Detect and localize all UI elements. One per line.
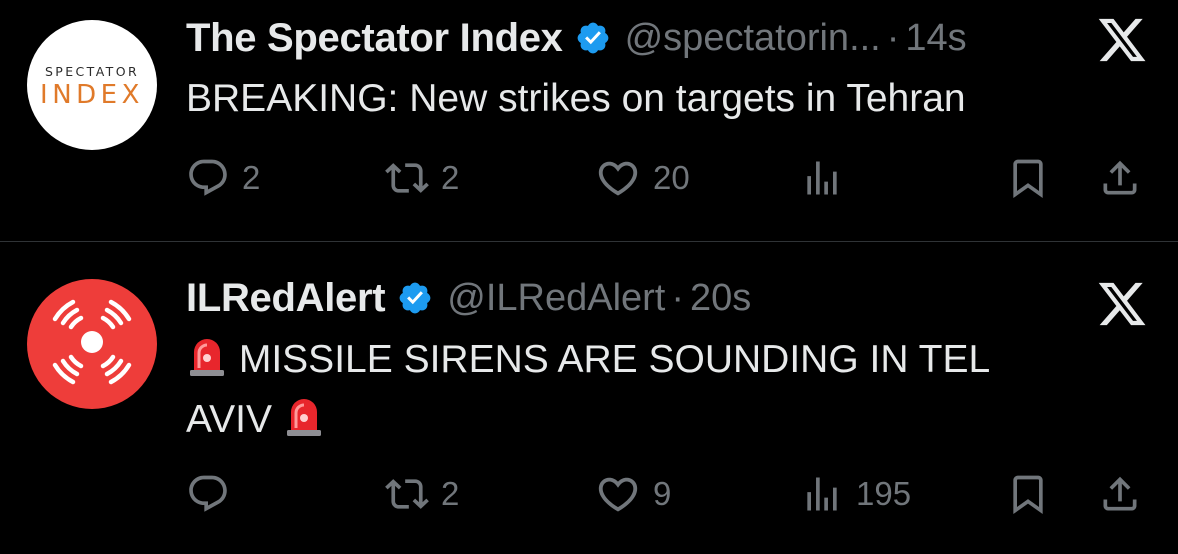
avatar-logo-text-top: SPECTATOR — [44, 64, 140, 80]
siren-emoji-icon — [186, 332, 228, 378]
bookmark-icon — [1006, 472, 1050, 516]
like-count: 9 — [653, 475, 672, 512]
reply-button[interactable]: 2 — [186, 153, 260, 203]
heart-icon — [595, 471, 641, 517]
timestamp[interactable]: 20s — [690, 277, 751, 320]
repost-button[interactable]: 2 — [385, 469, 459, 519]
share-icon — [1098, 156, 1142, 200]
heart-icon — [595, 155, 641, 201]
bookmark-button[interactable] — [1006, 153, 1050, 203]
avatar-logo-text-bottom: INDEX — [40, 79, 144, 110]
x-logo-icon — [1094, 278, 1150, 330]
share-button[interactable] — [1098, 469, 1142, 519]
verified-badge-icon — [397, 280, 433, 316]
repost-icon — [385, 156, 429, 200]
tweet[interactable]: SPECTATOR INDEX The Spectator Index @spe… — [0, 0, 1178, 241]
tweet-text: BREAKING: New strikes on targets in Tehr… — [186, 77, 966, 120]
views-button[interactable]: 195 — [800, 469, 911, 519]
bookmark-button[interactable] — [1006, 469, 1050, 519]
reply-icon — [186, 472, 230, 516]
tweet-header: The Spectator Index @spectatorin... · 14… — [186, 16, 967, 60]
separator-dot: · — [671, 276, 685, 319]
handle[interactable]: @ILRedAlert — [447, 277, 665, 320]
tweet-header: ILRedAlert @ILRedAlert · 20s — [186, 276, 751, 320]
like-button[interactable]: 20 — [595, 153, 690, 203]
repost-count: 2 — [441, 475, 460, 512]
tweet-text-line2: AVIV — [186, 398, 272, 441]
analytics-icon — [800, 472, 844, 516]
bookmark-icon — [1006, 156, 1050, 200]
repost-button[interactable]: 2 — [385, 153, 459, 203]
reply-button[interactable] — [186, 469, 242, 519]
tweet[interactable]: ILRedAlert @ILRedAlert · 20s MISSILE SIR… — [0, 242, 1178, 554]
separator-dot: · — [886, 16, 900, 59]
views-count: 195 — [856, 475, 912, 512]
reply-count: 2 — [242, 159, 261, 196]
siren-logo-icon — [27, 279, 157, 409]
verified-badge-icon — [575, 20, 611, 56]
display-name[interactable]: The Spectator Index — [186, 16, 563, 61]
x-logo-icon — [1094, 14, 1150, 66]
repost-count: 2 — [441, 159, 460, 196]
timestamp[interactable]: 14s — [905, 17, 966, 60]
timeline: SPECTATOR INDEX The Spectator Index @spe… — [0, 0, 1178, 554]
avatar[interactable] — [27, 279, 157, 409]
like-count: 20 — [653, 159, 690, 196]
reply-icon — [186, 156, 230, 200]
tweet-text: MISSILE SIRENS ARE SOUNDING IN TEL AVIV — [186, 330, 1106, 450]
tweet-text-line1: MISSILE SIRENS ARE SOUNDING IN TEL — [238, 338, 991, 381]
display-name[interactable]: ILRedAlert — [186, 276, 386, 321]
share-button[interactable] — [1098, 153, 1142, 203]
analytics-icon — [800, 156, 844, 200]
action-bar: 2 9 195 — [0, 469, 1178, 519]
action-bar: 2 2 20 — [0, 153, 1178, 203]
share-icon — [1098, 472, 1142, 516]
handle[interactable]: @spectatorin... — [625, 17, 881, 60]
repost-icon — [385, 472, 429, 516]
views-button[interactable] — [800, 153, 856, 203]
siren-emoji-icon — [283, 392, 325, 438]
like-button[interactable]: 9 — [595, 469, 671, 519]
avatar[interactable]: SPECTATOR INDEX — [27, 20, 157, 150]
